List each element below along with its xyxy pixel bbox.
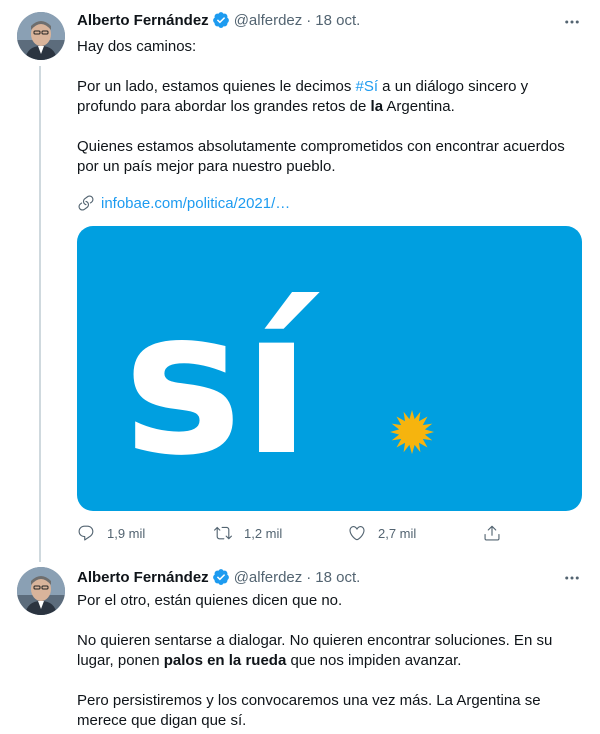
- retweet-icon: [214, 526, 232, 540]
- separator-dot: ·: [306, 568, 312, 586]
- reply-button[interactable]: 1,9 mil: [77, 524, 145, 542]
- tweet-header: Alberto Fernández @alferdez · 18 oct.: [77, 11, 360, 29]
- text-run: Argentina.: [383, 98, 455, 115]
- tweet-2[interactable]: Alberto Fernández @alferdez · 18 oct. Po…: [0, 562, 600, 734]
- text-run: que nos impiden avanzar.: [286, 652, 462, 669]
- author-handle[interactable]: @alferdez: [234, 569, 303, 586]
- author-handle[interactable]: @alferdez: [234, 12, 303, 29]
- tweet-media-image[interactable]: sí: [77, 226, 582, 511]
- avatar[interactable]: [17, 12, 65, 60]
- reply-icon: [78, 525, 94, 541]
- tweet-header: Alberto Fernández @alferdez · 18 oct.: [77, 568, 360, 586]
- external-link[interactable]: infobae.com/politica/2021/…: [77, 194, 290, 212]
- tweet-paragraph: Hay dos caminos:: [77, 38, 197, 55]
- bold-text: la: [370, 98, 384, 115]
- hashtag-link[interactable]: #Sí: [356, 78, 379, 95]
- tweet-paragraph: Pero persistiremos y los convocaremos un…: [77, 692, 541, 729]
- tweet-paragraph: No quieren sentarse a dialogar. No quier…: [77, 631, 582, 671]
- author-name[interactable]: Alberto Fernández: [77, 12, 209, 29]
- share-icon: [484, 525, 500, 541]
- like-count: 2,7 mil: [378, 525, 417, 541]
- link-text[interactable]: infobae.com/politica/2021/…: [101, 195, 290, 212]
- si-logo-text: sí: [123, 267, 320, 500]
- sun-icon: [390, 410, 434, 454]
- more-options-icon[interactable]: [562, 568, 582, 588]
- tweet-paragraph: Por un lado, estamos quienes le decimos …: [77, 77, 582, 117]
- text-run: Por un lado, estamos quienes le decimos: [77, 78, 356, 95]
- tweet-paragraph: Por el otro, están quienes dicen que no.: [77, 592, 343, 609]
- heart-icon: [349, 526, 365, 541]
- tweet-date[interactable]: 18 oct.: [315, 569, 360, 586]
- verified-badge-icon: [212, 11, 230, 29]
- separator-dot: ·: [306, 11, 312, 29]
- link-icon: [78, 195, 94, 211]
- share-button[interactable]: [483, 524, 501, 542]
- reply-count: 1,9 mil: [107, 525, 146, 541]
- retweet-button[interactable]: 1,2 mil: [214, 524, 282, 542]
- more-options-icon[interactable]: [562, 12, 582, 32]
- tweet-date[interactable]: 18 oct.: [315, 12, 360, 29]
- tweet-1[interactable]: Alberto Fernández @alferdez · 18 oct. Ha…: [0, 0, 600, 560]
- avatar[interactable]: [17, 567, 65, 615]
- retweet-count: 1,2 mil: [244, 525, 283, 541]
- bold-text: palos en la rueda: [163, 652, 287, 669]
- si-logo-image: sí: [123, 267, 434, 500]
- tweet-paragraph: Quienes estamos absolutamente comprometi…: [77, 138, 565, 175]
- tweet-text: Hay dos caminos: Por un lado, estamos qu…: [77, 37, 582, 177]
- author-name[interactable]: Alberto Fernández: [77, 569, 209, 586]
- verified-badge-icon: [212, 568, 230, 586]
- tweet-actions: 1,9 mil 1,2 mil 2,7 mil: [77, 524, 507, 544]
- tweet-text: Por el otro, están quienes dicen que no.…: [77, 591, 582, 731]
- like-button[interactable]: 2,7 mil: [348, 524, 416, 542]
